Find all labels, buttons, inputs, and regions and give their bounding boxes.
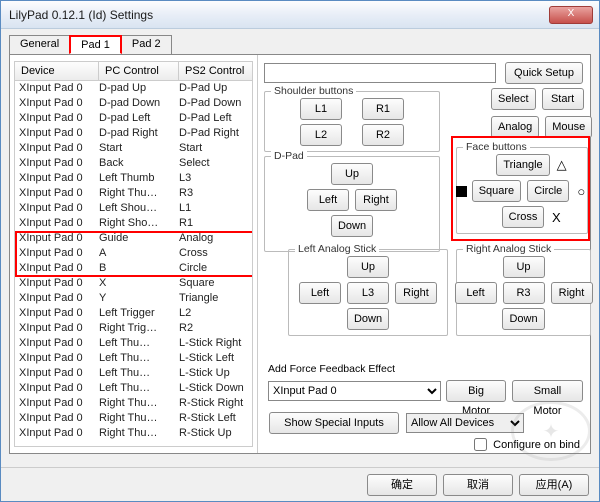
shoulder-group: Shoulder buttons L1 R1 L2 R2 [264, 91, 440, 152]
big-motor-button[interactable]: Big Motor [446, 380, 506, 402]
ff-label: Add Force Feedback Effect [268, 363, 584, 375]
triangle-button[interactable]: Triangle [496, 154, 549, 176]
table-row[interactable]: XInput Pad 0Right Sho…R1 [15, 216, 252, 231]
configure-checkbox[interactable] [474, 438, 487, 451]
table-row[interactable]: XInput Pad 0BackSelect [15, 156, 252, 171]
ff-device-select[interactable]: XInput Pad 0 [268, 381, 441, 401]
dpad-right-button[interactable]: Right [355, 189, 397, 211]
lstick-label: Left Analog Stick [295, 243, 379, 255]
square-button[interactable]: Square [472, 180, 521, 202]
titlebar: LilyPad 0.12.1 (Id) Settings X [1, 1, 599, 29]
table-row[interactable]: XInput Pad 0Left Thu…L-Stick Right [15, 336, 252, 351]
table-row[interactable]: XInput Pad 0Left Shou…L1 [15, 201, 252, 216]
lstick-up-button[interactable]: Up [347, 256, 389, 278]
rstick-label: Right Analog Stick [463, 243, 554, 255]
table-row[interactable]: XInput Pad 0D-pad UpD-Pad Up [15, 81, 252, 96]
lstick-left-button[interactable]: Left [299, 282, 341, 304]
window-title: LilyPad 0.12.1 (Id) Settings [9, 8, 549, 22]
shoulder-label: Shoulder buttons [271, 85, 356, 97]
lstick-right-button[interactable]: Right [395, 282, 437, 304]
rstick-right-button[interactable]: Right [551, 282, 593, 304]
table-row[interactable]: XInput Pad 0Left Thu…L-Stick Left [15, 351, 252, 366]
dialog-footer: 确定 取消 应用(A) [1, 467, 599, 501]
settings-window: LilyPad 0.12.1 (Id) Settings X General P… [0, 0, 600, 502]
table-row[interactable]: XInput Pad 0YTriangle [15, 291, 252, 306]
table-row[interactable]: XInput Pad 0Right Thu…R-Stick Up [15, 426, 252, 441]
table-row[interactable]: XInput Pad 0Left Thu…L-Stick Down [15, 381, 252, 396]
table-row[interactable]: XInput Pad 0ACross [15, 246, 252, 261]
table-row[interactable]: XInput Pad 0Right Thu…R-Stick Left [15, 411, 252, 426]
tab-general[interactable]: General [9, 35, 70, 54]
table-row[interactable]: XInput Pad 0D-pad RightD-Pad Right [15, 126, 252, 141]
apply-button[interactable]: 应用(A) [519, 474, 589, 496]
circle-icon: ○ [574, 184, 588, 199]
misc-buttons: Select Start Analog Mouse [490, 87, 593, 139]
analog-button[interactable]: Analog [491, 116, 539, 138]
cross-icon: X [549, 210, 563, 225]
l1-button[interactable]: L1 [300, 98, 342, 120]
special-inputs-button[interactable]: Show Special Inputs [269, 412, 399, 434]
tab-bar: General Pad 1 Pad 2 [9, 35, 591, 54]
table-row[interactable]: XInput Pad 0Right Thu…R3 [15, 186, 252, 201]
bindings-panel: Device PC Control PS2 Control XInput Pad… [10, 55, 258, 453]
face-label: Face buttons [463, 141, 530, 153]
col-ps2[interactable]: PS2 Control [179, 62, 252, 80]
start-button[interactable]: Start [542, 88, 584, 110]
cross-button[interactable]: Cross [502, 206, 545, 228]
col-device[interactable]: Device [15, 62, 99, 80]
col-pc[interactable]: PC Control [99, 62, 179, 80]
triangle-icon: △ [555, 157, 569, 173]
lstick-group: Left Analog Stick Up Left L3 Right Down [288, 249, 448, 336]
rstick-group: Right Analog Stick Up Left R3 Right Down [456, 249, 591, 336]
table-row[interactable]: XInput Pad 0BCircle [15, 261, 252, 276]
l3-button[interactable]: L3 [347, 282, 389, 304]
select-button[interactable]: Select [491, 88, 536, 110]
dpad-up-button[interactable]: Up [331, 163, 373, 185]
dpad-label: D-Pad [271, 150, 307, 162]
binding-input[interactable] [264, 63, 496, 83]
face-group: Face buttons Triangle △ Square Circle ○ [456, 147, 588, 234]
dpad-group: D-Pad Up Left Right Down [264, 156, 440, 252]
close-button[interactable]: X [549, 6, 593, 24]
table-row[interactable]: XInput Pad 0Left TriggerL2 [15, 306, 252, 321]
ok-button[interactable]: 确定 [367, 474, 437, 496]
small-motor-button[interactable]: Small Motor [512, 380, 583, 402]
cancel-button[interactable]: 取消 [443, 474, 513, 496]
lstick-down-button[interactable]: Down [347, 308, 389, 330]
tab-body: Device PC Control PS2 Control XInput Pad… [9, 54, 591, 454]
r3-button[interactable]: R3 [503, 282, 545, 304]
tab-pad2[interactable]: Pad 2 [121, 35, 172, 54]
dpad-left-button[interactable]: Left [307, 189, 349, 211]
tab-pad1[interactable]: Pad 1 [69, 35, 122, 54]
table-row[interactable]: XInput Pad 0StartStart [15, 141, 252, 156]
allow-devices-select[interactable]: Allow All Devices [406, 413, 524, 433]
table-row[interactable]: XInput Pad 0XSquare [15, 276, 252, 291]
configure-on-bind[interactable]: Configure on bind [470, 435, 580, 454]
table-row[interactable]: XInput Pad 0Right Thu…R-Stick Right [15, 396, 252, 411]
bindings-list[interactable]: XInput Pad 0D-pad UpD-Pad UpXInput Pad 0… [14, 81, 253, 447]
table-row[interactable]: XInput Pad 0Right Trig…R2 [15, 321, 252, 336]
configure-label: Configure on bind [493, 439, 580, 451]
table-row[interactable]: XInput Pad 0D-pad DownD-Pad Down [15, 96, 252, 111]
rstick-down-button[interactable]: Down [502, 308, 544, 330]
square-icon [456, 186, 467, 197]
ff-section: Add Force Feedback Effect XInput Pad 0 B… [268, 363, 584, 403]
rstick-left-button[interactable]: Left [455, 282, 497, 304]
circle-button[interactable]: Circle [527, 180, 569, 202]
controls-panel: Quick Setup Shoulder buttons L1 R1 L2 R2 [258, 55, 590, 453]
r1-button[interactable]: R1 [362, 98, 404, 120]
table-row[interactable]: XInput Pad 0Left Thu…L-Stick Up [15, 366, 252, 381]
table-header: Device PC Control PS2 Control [14, 61, 253, 81]
r2-button[interactable]: R2 [362, 124, 404, 146]
quick-setup-button[interactable]: Quick Setup [505, 62, 583, 84]
mouse-button[interactable]: Mouse [545, 116, 592, 138]
dpad-down-button[interactable]: Down [331, 215, 373, 237]
table-row[interactable]: XInput Pad 0D-pad LeftD-Pad Left [15, 111, 252, 126]
table-row[interactable]: XInput Pad 0Left ThumbL3 [15, 171, 252, 186]
rstick-up-button[interactable]: Up [503, 256, 545, 278]
l2-button[interactable]: L2 [300, 124, 342, 146]
table-row[interactable]: XInput Pad 0GuideAnalog [15, 231, 252, 246]
